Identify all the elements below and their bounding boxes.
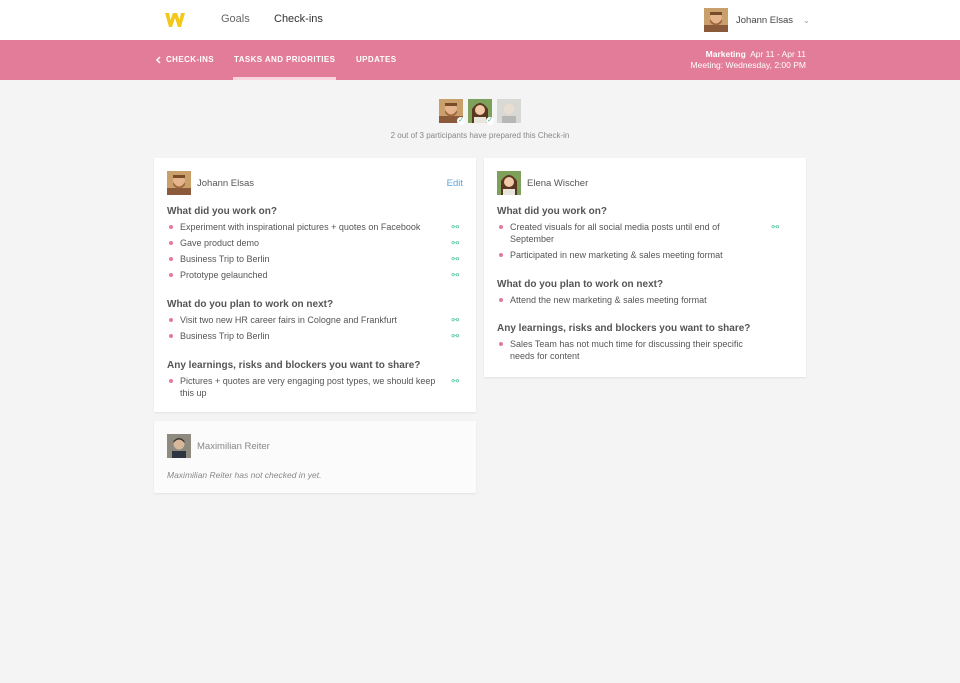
participant-johann[interactable]: ✓ xyxy=(439,99,465,125)
avatar xyxy=(497,99,521,123)
link-icon[interactable]: ⚯ xyxy=(451,237,459,249)
user-menu[interactable]: Johann Elsas ⌄ xyxy=(704,8,810,32)
top-navigation-bar: Goals Check-ins Johann Elsas ⌄ xyxy=(0,0,960,40)
nav-goals[interactable]: Goals xyxy=(221,13,250,25)
tab-updates[interactable]: UPDATES xyxy=(356,55,396,64)
avatar xyxy=(167,434,191,458)
checkin-subnav: CHECK-INS TASKS AND PRIORITIES UPDATES M… xyxy=(0,40,960,80)
meeting-info: Marketing Apr 11 - Apr 11 Meeting: Wedne… xyxy=(691,49,806,71)
list-item: Business Trip to Berlin ⚯ xyxy=(167,253,463,265)
question-heading: Any learnings, risks and blockers you wa… xyxy=(167,360,421,371)
list-item: Participated in new marketing & sales me… xyxy=(497,249,793,261)
user-name: Johann Elsas xyxy=(736,14,794,26)
question-heading: What did you work on? xyxy=(167,206,277,217)
chevron-left-icon xyxy=(155,55,161,64)
participant-name: Maximilian Reiter xyxy=(197,440,270,452)
section-learnings: Any learnings, risks and blockers you wa… xyxy=(497,323,793,366)
tab-back-label: CHECK-INS xyxy=(166,55,215,64)
card-header: Elena Wischer xyxy=(497,171,588,195)
link-icon[interactable]: ⚯ xyxy=(451,330,459,342)
check-icon: ✓ xyxy=(486,117,494,125)
checkin-card-elena: Elena Wischer What did you work on? Crea… xyxy=(484,158,806,377)
meeting-time: Meeting: Wednesday, 2:00 PM xyxy=(690,60,806,70)
participant-elena[interactable]: ✓ xyxy=(468,99,494,125)
avatar xyxy=(497,171,521,195)
list-item: Prototype gelaunched ⚯ xyxy=(167,269,463,281)
participants-note: 2 out of 3 participants have prepared th… xyxy=(390,131,570,140)
list-item: Pictures + quotes are very engaging post… xyxy=(167,375,463,399)
participant-maximilian[interactable] xyxy=(497,99,521,123)
logo[interactable] xyxy=(164,10,186,30)
nav-checkins[interactable]: Check-ins xyxy=(274,13,323,25)
list-item: Sales Team has not much time for discuss… xyxy=(497,338,793,362)
question-heading: What do you plan to work on next? xyxy=(497,279,664,290)
participant-name: Johann Elsas xyxy=(197,177,255,189)
participant-name: Elena Wischer xyxy=(527,177,589,189)
link-icon[interactable]: ⚯ xyxy=(771,221,779,233)
list-item: Gave product demo ⚯ xyxy=(167,237,463,249)
tab-tasks-and-priorities[interactable]: TASKS AND PRIORITIES xyxy=(234,55,335,64)
section-learnings: Any learnings, risks and blockers you wa… xyxy=(167,360,463,403)
question-heading: Any learnings, risks and blockers you wa… xyxy=(497,323,751,334)
link-icon[interactable]: ⚯ xyxy=(451,221,459,233)
list-item: Business Trip to Berlin ⚯ xyxy=(167,330,463,342)
card-header: Johann Elsas xyxy=(167,171,254,195)
link-icon[interactable]: ⚯ xyxy=(451,269,459,281)
question-heading: What do you plan to work on next? xyxy=(167,299,334,310)
team-name: Marketing xyxy=(705,49,746,59)
link-icon[interactable]: ⚯ xyxy=(451,314,459,326)
chevron-down-icon: ⌄ xyxy=(803,15,810,25)
section-worked-on: What did you work on? Created visuals fo… xyxy=(497,206,793,265)
list-item: Attend the new marketing & sales meeting… xyxy=(497,294,793,306)
section-plan-next: What do you plan to work on next? Attend… xyxy=(497,279,793,310)
list-item: Visit two new HR career fairs in Cologne… xyxy=(167,314,463,326)
section-plan-next: What do you plan to work on next? Visit … xyxy=(167,299,463,346)
avatar xyxy=(167,171,191,195)
active-tab-indicator xyxy=(233,77,336,80)
date-range: Apr 11 - Apr 11 xyxy=(750,49,806,59)
check-icon: ✓ xyxy=(457,117,465,125)
card-header: Maximilian Reiter xyxy=(167,434,270,458)
edit-button[interactable]: Edit xyxy=(447,178,463,189)
link-icon[interactable]: ⚯ xyxy=(451,253,459,265)
not-checked-in-status: Maximilian Reiter has not checked in yet… xyxy=(167,470,322,480)
avatar xyxy=(704,8,728,32)
checkin-card-maximilian: Maximilian Reiter Maximilian Reiter has … xyxy=(154,421,476,493)
question-heading: What did you work on? xyxy=(497,206,607,217)
list-item: Experiment with inspirational pictures +… xyxy=(167,221,463,233)
participants-avatars: ✓ ✓ xyxy=(0,99,960,125)
section-worked-on: What did you work on? Experiment with in… xyxy=(167,206,463,285)
tab-back-checkins[interactable]: CHECK-INS xyxy=(155,55,214,64)
link-icon[interactable]: ⚯ xyxy=(451,375,459,387)
list-item: Created visuals for all social media pos… xyxy=(497,221,793,245)
checkin-card-johann: Johann Elsas Edit What did you work on? … xyxy=(154,158,476,412)
